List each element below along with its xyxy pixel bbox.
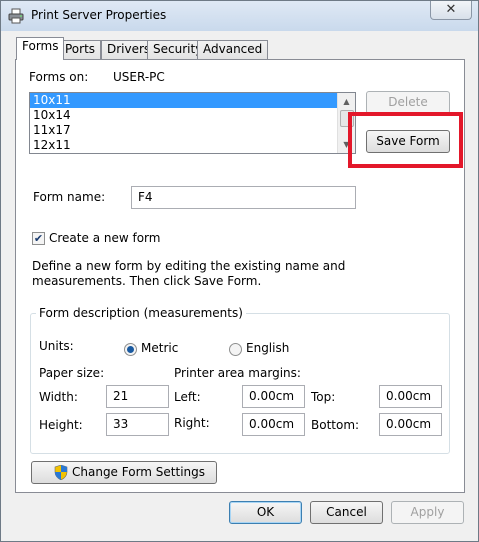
left-margin-label: Left: bbox=[174, 390, 201, 404]
bottom-margin-field[interactable]: 0.00cm bbox=[379, 413, 442, 436]
title-bar[interactable]: Print Server Properties ✕ bbox=[1, 1, 478, 31]
printer-area-margins-label: Printer area margins: bbox=[174, 366, 301, 380]
paper-size-label: Paper size: bbox=[39, 366, 105, 380]
print-server-properties-window: Print Server Properties ✕ Forms Ports Dr… bbox=[0, 0, 479, 542]
left-margin-field[interactable]: 0.00cm bbox=[242, 385, 305, 408]
ok-button[interactable]: OK bbox=[229, 501, 302, 524]
uac-shield-icon bbox=[54, 464, 68, 481]
width-field[interactable]: 21 bbox=[106, 385, 169, 408]
create-new-form-label[interactable]: Create a new form bbox=[49, 231, 160, 245]
list-item[interactable]: 12x11 bbox=[30, 138, 355, 153]
list-item[interactable]: 10x11 bbox=[30, 93, 339, 108]
form-description-legend: Form description (measurements) bbox=[36, 306, 246, 320]
top-margin-label: Top: bbox=[311, 390, 336, 404]
english-label[interactable]: English bbox=[246, 341, 289, 355]
save-form-highlight-box bbox=[348, 112, 463, 168]
top-margin-field[interactable]: 0.00cm bbox=[379, 385, 442, 408]
create-new-form-checkbox[interactable]: ✔ bbox=[32, 232, 45, 245]
metric-radio[interactable] bbox=[124, 343, 137, 356]
list-item[interactable]: 10x14 bbox=[30, 108, 355, 123]
form-name-field[interactable]: F4 bbox=[131, 186, 356, 209]
metric-label[interactable]: Metric bbox=[141, 341, 178, 355]
cancel-button[interactable]: Cancel bbox=[310, 501, 383, 524]
list-item[interactable]: 11x17 bbox=[30, 123, 355, 138]
form-name-label: Form name: bbox=[33, 190, 106, 204]
instructions-line-1: Define a new form by editing the existin… bbox=[32, 259, 346, 273]
checkmark-icon: ✔ bbox=[33, 232, 44, 245]
window-title: Print Server Properties bbox=[31, 8, 167, 22]
tab-forms[interactable]: Forms bbox=[16, 37, 65, 60]
right-margin-label: Right: bbox=[174, 416, 210, 430]
width-label: Width: bbox=[39, 390, 78, 404]
forms-listbox[interactable]: 10x11 10x14 11x17 12x11 ▲ ▼ bbox=[29, 92, 356, 154]
close-button[interactable]: ✕ bbox=[430, 1, 472, 20]
height-field[interactable]: 33 bbox=[106, 413, 169, 436]
forms-on-value: USER-PC bbox=[113, 70, 165, 84]
form-description-group: Form description (measurements) Units: M… bbox=[30, 306, 450, 454]
bottom-margin-label: Bottom: bbox=[311, 418, 360, 432]
scroll-up-arrow-icon[interactable]: ▲ bbox=[338, 93, 355, 110]
english-radio[interactable] bbox=[229, 343, 242, 356]
close-icon: ✕ bbox=[445, 2, 457, 17]
units-label: Units: bbox=[39, 339, 74, 353]
instructions-line-2: measurements. Then click Save Form. bbox=[32, 274, 262, 288]
tab-ports[interactable]: Ports bbox=[59, 40, 102, 59]
forms-on-label: Forms on: bbox=[29, 70, 89, 84]
printer-icon bbox=[8, 8, 24, 24]
radio-selected-dot bbox=[127, 346, 134, 353]
change-form-settings-button[interactable]: Change Form Settings bbox=[31, 461, 217, 484]
height-label: Height: bbox=[39, 418, 83, 432]
delete-button[interactable]: Delete bbox=[366, 91, 450, 114]
tab-advanced[interactable]: Advanced bbox=[197, 40, 269, 59]
apply-button[interactable]: Apply bbox=[391, 501, 464, 524]
right-margin-field[interactable]: 0.00cm bbox=[242, 413, 305, 436]
